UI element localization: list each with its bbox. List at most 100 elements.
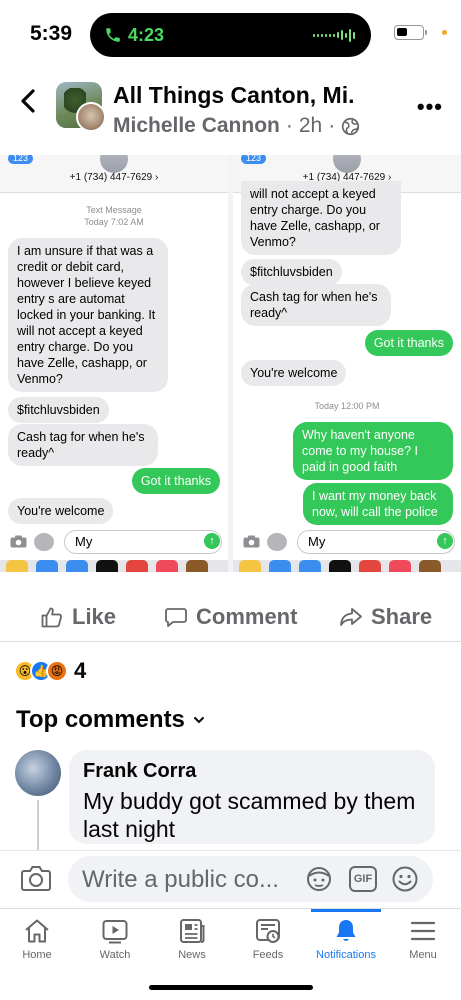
comment-bubble-icon xyxy=(165,608,187,627)
tab-watch-label: Watch xyxy=(99,949,131,961)
share-arrow-icon xyxy=(340,608,362,626)
timestamp-label: Text Message xyxy=(86,205,142,215)
post-action-bar: Like Comment Share xyxy=(0,596,461,642)
message-bubble: Cash tag for when he's ready^ xyxy=(241,284,391,326)
message-bubble: You're welcome xyxy=(8,498,114,524)
message-bubble: Got it thanks xyxy=(131,468,220,494)
news-icon xyxy=(180,919,205,943)
tab-menu-label: Menu xyxy=(409,949,437,961)
watch-icon xyxy=(102,920,128,944)
emoji-icon[interactable] xyxy=(391,865,419,893)
back-chevron-icon[interactable] xyxy=(18,88,38,114)
message-bubble: I want my money back now, will call the … xyxy=(303,483,453,525)
imessage-compose-bar: My ↑ xyxy=(0,528,228,556)
status-bar: 5:39 4:23 xyxy=(0,0,461,66)
imessage-screenshot-right: 123 +1 (734) 447-7629 › will not accept … xyxy=(233,155,461,572)
comment-input-placeholder: Write a public co... xyxy=(82,866,279,893)
home-indicator[interactable] xyxy=(149,985,313,990)
thumbs-up-icon xyxy=(41,607,62,628)
imessage-screenshot-left: 123 +1 (734) 447-7629 › Text Message Tod… xyxy=(0,155,228,572)
tab-menu[interactable]: Menu xyxy=(383,909,461,969)
tab-home[interactable]: Home xyxy=(0,909,77,969)
comment-sort-label: Top comments xyxy=(16,706,185,733)
message-input: My xyxy=(297,530,455,554)
camera-icon[interactable] xyxy=(20,863,52,893)
message-bubble: You're welcome xyxy=(241,360,347,386)
author-name[interactable]: Michelle Cannon xyxy=(113,114,280,138)
thread-timestamp: Text Message Today 7:02 AM xyxy=(0,204,228,228)
tab-notifications[interactable]: Notifications xyxy=(306,909,386,969)
group-name[interactable]: All Things Canton, Mi. xyxy=(113,82,354,109)
message-bubble: Cash tag for when he's ready^ xyxy=(8,424,158,466)
like-label: Like xyxy=(72,604,117,629)
thread-timestamp: Today 12:00 PM xyxy=(314,401,380,411)
camera-icon xyxy=(10,535,27,548)
comment-composer: Write a public co... GIF xyxy=(0,850,461,908)
share-button[interactable]: Share xyxy=(339,604,432,630)
angry-reaction-icon: 😡 xyxy=(46,660,68,682)
tab-news-label: News xyxy=(178,949,206,961)
send-arrow-icon: ↑ xyxy=(204,533,220,549)
message-bubble: Why haven't anyone come to my house? I p… xyxy=(293,422,453,480)
dynamic-island[interactable]: 4:23 xyxy=(90,13,371,57)
timestamp-time: Today 7:02 AM xyxy=(84,217,144,227)
comment-text: My buddy got scammed by them last night xyxy=(83,788,416,842)
globe-icon xyxy=(342,117,360,135)
comment-input[interactable]: Write a public co... GIF xyxy=(68,856,433,902)
bell-icon xyxy=(336,920,356,941)
message-input: My xyxy=(64,530,222,554)
contact-avatar xyxy=(100,155,128,173)
like-button[interactable]: Like xyxy=(40,604,116,630)
gif-icon[interactable]: GIF xyxy=(349,866,377,892)
audio-waveform-icon xyxy=(313,27,355,43)
tab-notifications-label: Notifications xyxy=(316,949,376,961)
home-icon xyxy=(25,919,49,943)
thread-line xyxy=(37,800,39,850)
post-time[interactable]: 2h xyxy=(299,114,322,138)
imessage-back-badge: 123 xyxy=(241,155,267,164)
chevron-down-icon xyxy=(193,717,204,724)
tab-feeds[interactable]: Feeds xyxy=(228,909,308,969)
share-label: Share xyxy=(371,604,433,629)
imessage-back-badge: 123 xyxy=(8,155,34,164)
imessage-app-strip xyxy=(0,560,228,572)
imessage-thread: Text Message Today 7:02 AM I am unsure i… xyxy=(0,195,228,528)
more-options-button[interactable]: ••• xyxy=(417,94,443,120)
mic-in-use-indicator xyxy=(442,30,447,35)
avatar-sticker-icon[interactable] xyxy=(304,865,334,893)
message-bubble: Got it thanks xyxy=(364,330,453,356)
tab-news[interactable]: News xyxy=(152,909,232,969)
post-image[interactable]: 123 +1 (734) 447-7629 › Text Message Tod… xyxy=(0,155,461,572)
tab-home-label: Home xyxy=(22,949,52,961)
tab-watch[interactable]: Watch xyxy=(75,909,155,969)
message-bubble: I am unsure if that was a credit or debi… xyxy=(8,238,168,392)
meta-separator: · xyxy=(285,114,293,137)
active-call-indicator[interactable]: 4:23 xyxy=(96,20,196,50)
app-store-icon xyxy=(267,533,287,551)
camera-icon xyxy=(243,535,260,548)
post-header: All Things Canton, Mi. Michelle Cannon ·… xyxy=(0,70,461,155)
comment-sort-dropdown[interactable]: Top comments xyxy=(16,706,205,734)
status-time: 5:39 xyxy=(30,22,73,45)
imessage-app-strip xyxy=(233,560,461,572)
tab-feeds-label: Feeds xyxy=(252,949,284,961)
comment-author[interactable]: Frank Corra xyxy=(83,760,421,783)
imessage-thread: will not accept a keyed entry charge. Do… xyxy=(233,181,461,528)
post-meta: Michelle Cannon · 2h · xyxy=(113,114,360,138)
phone-icon xyxy=(106,28,120,42)
imessage-compose-bar: My ↑ xyxy=(233,528,461,556)
comment-button[interactable]: Comment xyxy=(164,604,297,630)
reaction-summary[interactable]: 😮 👍 😡 4 xyxy=(14,658,86,684)
author-avatar[interactable] xyxy=(76,102,106,132)
message-bubble: $fitchluvsbiden xyxy=(8,397,109,423)
contact-number: +1 (734) 447-7629 › xyxy=(69,172,159,183)
imessage-header: 123 +1 (734) 447-7629 › xyxy=(0,155,228,193)
comment-label: Comment xyxy=(196,604,298,629)
feeds-icon xyxy=(256,919,280,943)
reaction-count: 4 xyxy=(74,658,87,683)
app-store-icon xyxy=(34,533,54,551)
call-duration: 4:23 xyxy=(128,24,165,45)
meta-separator: · xyxy=(328,114,336,137)
comment[interactable]: Frank Corra My buddy got scammed by them… xyxy=(69,750,435,844)
commenter-avatar[interactable] xyxy=(15,750,61,796)
